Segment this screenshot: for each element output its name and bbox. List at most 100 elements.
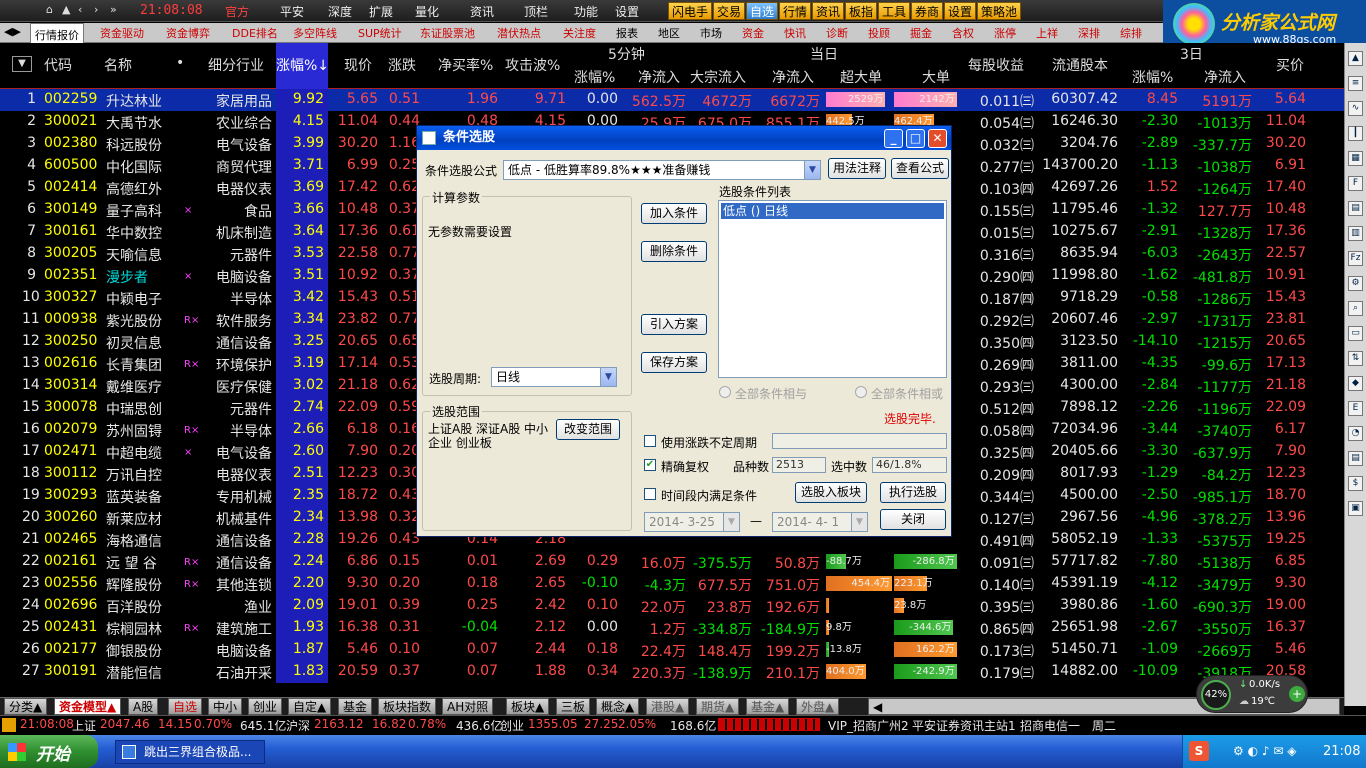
grid-icon[interactable]: ▦ xyxy=(1348,151,1363,166)
col-attack-wave[interactable]: 攻击波% xyxy=(505,55,560,75)
sogou-ime-icon[interactable]: S xyxy=(1189,741,1209,761)
conditions-list[interactable]: 低点 () 日线 xyxy=(718,200,947,378)
toolbar-news[interactable]: 资讯 xyxy=(812,2,845,20)
toolbar-index[interactable]: 板指 xyxy=(845,2,878,20)
telecom-line[interactable]: 招商电信一 xyxy=(1020,717,1080,734)
table-row[interactable]: 25 002431 棕榈园林 R× 建筑施工 1.93 16.38 0.31 -0.04 2.12… xyxy=(0,617,1344,639)
bottom-tab[interactable]: 自选 xyxy=(168,698,203,715)
tab-dz-pool[interactable]: 东证股票池 xyxy=(420,25,475,41)
table-icon[interactable]: ▤ xyxy=(1348,201,1363,216)
menu-news[interactable]: 资讯 xyxy=(470,3,494,20)
plus-icon[interactable]: + xyxy=(1289,686,1305,702)
minimize-icon[interactable]: _ xyxy=(884,129,903,148)
table-row[interactable]: 24 002696 百洋股份 渔业 2.09 19.01 0.39 0.25 2.42 0.10 2… xyxy=(0,595,1344,617)
delete-condition-button[interactable]: 删除条件 xyxy=(641,241,707,262)
bottom-tab[interactable]: 板块指数 xyxy=(378,698,437,715)
dropdown-arrow-icon[interactable]: ▼ xyxy=(804,161,820,179)
tab-funds[interactable]: 资金 xyxy=(742,25,764,41)
col-net-buy-rate[interactable]: 净买率% xyxy=(438,55,493,75)
col-pct[interactable]: 涨幅%↓ xyxy=(276,43,329,89)
tab-report[interactable]: 报表 xyxy=(616,25,638,41)
chart-line-icon[interactable]: ∿ xyxy=(1348,101,1363,116)
stack-icon[interactable]: ▤ xyxy=(1348,451,1363,466)
table-row[interactable]: 26 002177 御银股份 电脑设备 1.87 5.46 0.10 0.07 2.44 0.18… xyxy=(0,639,1344,661)
toolbar-strategy-pool[interactable]: 策略池 xyxy=(977,2,1022,20)
menu-extend[interactable]: 扩展 xyxy=(369,3,393,20)
bottom-tab[interactable]: A股 xyxy=(128,698,159,715)
menu-function[interactable]: 功能 xyxy=(574,3,598,20)
magnifier-icon[interactable]: ⌕ xyxy=(1348,301,1363,316)
tab-sup-stats[interactable]: SUP统计 xyxy=(358,25,402,41)
add-to-block-button[interactable]: 选股入板块 xyxy=(795,482,867,503)
table-row[interactable]: 22 002161 远 望 谷 R× 通信设备 2.24 6.86 0.15 0.01 2.69 0… xyxy=(0,551,1344,573)
close-button[interactable]: 关闭 xyxy=(880,509,946,530)
add-condition-button[interactable]: 加入条件 xyxy=(641,203,707,224)
maximize-icon[interactable]: □ xyxy=(906,129,925,148)
dialog-titlebar[interactable]: 条件选股 xyxy=(417,126,951,150)
col-5min-pct[interactable]: 涨幅% xyxy=(574,67,615,87)
candle-icon[interactable]: ┃ xyxy=(1348,126,1363,141)
calendar-icon[interactable]: ▥ xyxy=(1348,226,1363,241)
cube-icon[interactable]: ◆ xyxy=(1348,376,1363,391)
bottom-tab[interactable]: 分类▲ xyxy=(4,698,48,715)
col-industry[interactable]: 细分行业 xyxy=(208,55,264,75)
tab-diagnosis[interactable]: 诊断 xyxy=(826,25,848,41)
bottom-tab[interactable]: 资金模型▲ xyxy=(54,698,122,715)
exact-rights-checkbox[interactable]: ✔ xyxy=(644,459,656,471)
bottom-tab[interactable]: 港股▲ xyxy=(646,698,690,715)
scroll-up-icon[interactable]: ▲ xyxy=(1348,51,1363,66)
toolbar-settings[interactable]: 设置 xyxy=(944,2,977,20)
irregular-period-checkbox[interactable] xyxy=(644,435,656,447)
tab-quotes[interactable]: 行情报价 xyxy=(30,23,84,43)
home-icon[interactable]: ⌂ xyxy=(46,3,53,16)
col-block-flow[interactable]: 大宗流入 xyxy=(690,67,746,87)
toolbar-quotes[interactable]: 行情 xyxy=(779,2,812,20)
book-icon[interactable]: ▣ xyxy=(1348,501,1363,516)
tab-advisor[interactable]: 投顾 xyxy=(868,25,890,41)
tab-limit-up[interactable]: 涨停 xyxy=(994,25,1016,41)
bottom-tab[interactable]: 自定▲ xyxy=(288,698,332,715)
tab-dig-gold[interactable]: 掘金 xyxy=(910,25,932,41)
network-monitor-widget[interactable]: 42% ↓ 0.0K/s ☁ 19℃ + xyxy=(1196,675,1308,713)
menu-pingan[interactable]: 平安 xyxy=(280,3,304,20)
toolbar-tools[interactable]: 工具 xyxy=(878,2,911,20)
forward-icon[interactable]: › xyxy=(94,3,98,16)
list-icon[interactable]: ≡ xyxy=(1348,76,1363,91)
condition-item[interactable]: 低点 () 日线 xyxy=(721,203,944,219)
col-float-shares[interactable]: 流通股本 xyxy=(1052,55,1108,75)
col-name[interactable]: 名称 xyxy=(104,55,132,75)
fiz-icon[interactable]: Fz xyxy=(1348,251,1363,266)
change-range-button[interactable]: 改变范围 xyxy=(556,419,620,440)
gear-icon[interactable]: ⚙ xyxy=(1348,276,1363,291)
col-eps[interactable]: 每股收益 xyxy=(968,55,1024,75)
col-3day-pct[interactable]: 涨幅% xyxy=(1132,67,1173,87)
execute-pick-button[interactable]: 执行选股 xyxy=(880,482,946,503)
view-formula-button[interactable]: 查看公式 xyxy=(891,158,949,179)
all-or-radio[interactable] xyxy=(855,386,867,398)
toolbar-watchlist[interactable]: 自选 xyxy=(746,2,779,20)
date-end-dropdown-icon[interactable]: ▼ xyxy=(851,513,867,531)
tab-scroll-left-icon[interactable]: ◀▶ xyxy=(4,25,21,38)
date-start-picker[interactable]: 2014- 3-25 ▼ xyxy=(644,512,740,532)
col-bid[interactable]: 买价 xyxy=(1276,55,1304,75)
toolbar-trade[interactable]: 交易 xyxy=(713,2,746,20)
bottom-tab[interactable]: 基金▲ xyxy=(746,698,790,715)
time-range-checkbox[interactable] xyxy=(644,488,656,500)
bottom-tab[interactable]: 外盘▲ xyxy=(796,698,840,715)
bottom-tab[interactable]: 期货▲ xyxy=(696,698,740,715)
col-large[interactable]: 大单 xyxy=(922,67,950,87)
col-code[interactable]: 代码 xyxy=(44,55,72,75)
tab-sh-rank[interactable]: 上祥 xyxy=(1036,25,1058,41)
transfer-icon[interactable]: ⇅ xyxy=(1348,351,1363,366)
column-menu-icon[interactable]: ▼ xyxy=(12,56,32,72)
bottom-tab[interactable]: 基金 xyxy=(338,698,373,715)
col-5min-netflow[interactable]: 净流入 xyxy=(638,67,680,87)
up-icon[interactable]: ▲ xyxy=(62,3,70,16)
date-end-picker[interactable]: 2014- 4- 1 ▼ xyxy=(772,512,868,532)
bottom-tab[interactable]: 创业 xyxy=(248,698,283,715)
table-row[interactable]: 23 002556 辉隆股份 R× 其他连锁 2.20 9.30 0.20 0.18 2.65 -0… xyxy=(0,573,1344,595)
tab-long-short[interactable]: 多空阵线 xyxy=(293,25,337,41)
bottom-tab[interactable]: 三板 xyxy=(556,698,591,715)
menu-topbar[interactable]: 顶栏 xyxy=(524,3,548,20)
menu-settings[interactable]: 设置 xyxy=(615,3,639,20)
